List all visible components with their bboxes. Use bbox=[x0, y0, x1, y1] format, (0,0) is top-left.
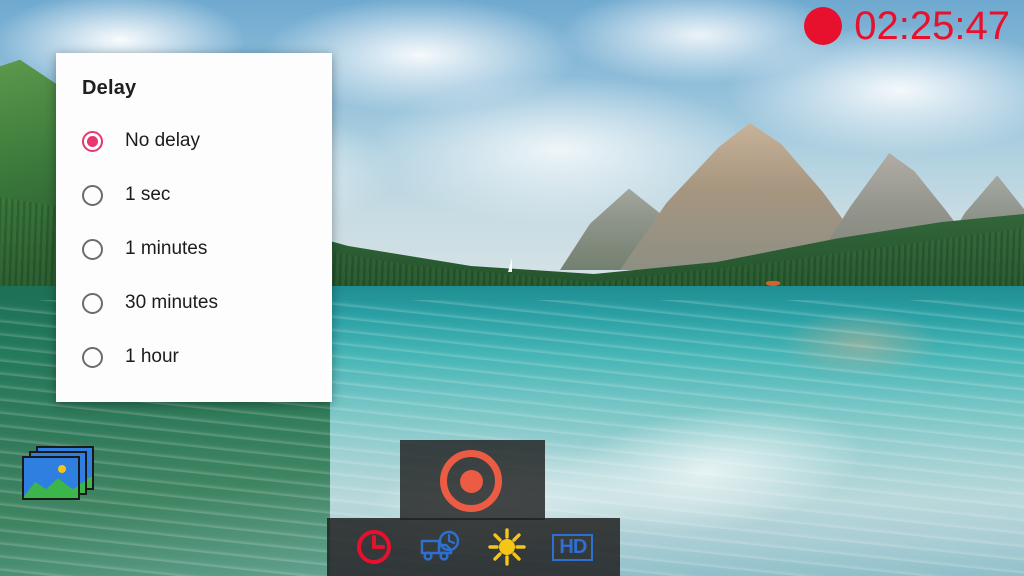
delay-dialog: Delay No delay 1 sec 1 minutes 30 minute… bbox=[56, 53, 332, 402]
radio-button[interactable] bbox=[82, 238, 103, 260]
gallery-photos-icon bbox=[22, 456, 80, 500]
option-label: 1 hour bbox=[125, 346, 179, 367]
gallery-button[interactable] bbox=[22, 446, 94, 504]
delay-option-1-minutes[interactable]: 1 minutes bbox=[56, 222, 332, 276]
option-label: 1 minutes bbox=[125, 238, 208, 259]
record-button[interactable] bbox=[440, 450, 502, 512]
hd-icon: HD bbox=[552, 533, 594, 561]
record-dot-icon bbox=[804, 7, 843, 45]
radio-button-selected[interactable] bbox=[82, 130, 103, 152]
delay-clock-button[interactable] bbox=[351, 524, 397, 570]
sun-icon bbox=[58, 465, 66, 473]
dialog-title: Delay bbox=[82, 77, 137, 99]
truck-clock-icon bbox=[421, 530, 460, 561]
option-label: No delay bbox=[125, 130, 200, 151]
option-label: 1 sec bbox=[125, 184, 171, 205]
radio-button[interactable] bbox=[82, 184, 103, 206]
hd-quality-button[interactable]: HD bbox=[550, 524, 596, 570]
record-circle-icon bbox=[459, 469, 483, 493]
sun-icon bbox=[487, 528, 526, 566]
screen-recorder-app: 02:25:47 Delay No delay 1 sec 1 minutes … bbox=[0, 0, 1024, 576]
control-icons: HD bbox=[327, 518, 620, 576]
delay-option-1-hour[interactable]: 1 hour bbox=[56, 330, 332, 384]
option-label: 30 minutes bbox=[125, 292, 218, 313]
delay-option-30-minutes[interactable]: 30 minutes bbox=[56, 276, 332, 330]
brightness-button[interactable] bbox=[484, 524, 530, 570]
delay-option-1-sec[interactable]: 1 sec bbox=[56, 168, 332, 222]
mountain-icon bbox=[24, 478, 78, 498]
clock-icon bbox=[357, 530, 392, 564]
schedule-button[interactable] bbox=[417, 524, 463, 570]
radio-button[interactable] bbox=[82, 346, 103, 368]
boat bbox=[766, 281, 780, 286]
elapsed-time-label: 02:25:47 bbox=[854, 4, 1010, 48]
recording-timer: 02:25:47 bbox=[804, 6, 1010, 46]
delay-option-no-delay[interactable]: No delay bbox=[56, 114, 332, 168]
delay-option-list: No delay 1 sec 1 minutes 30 minutes 1 ho… bbox=[56, 114, 332, 402]
radio-button[interactable] bbox=[82, 292, 103, 314]
